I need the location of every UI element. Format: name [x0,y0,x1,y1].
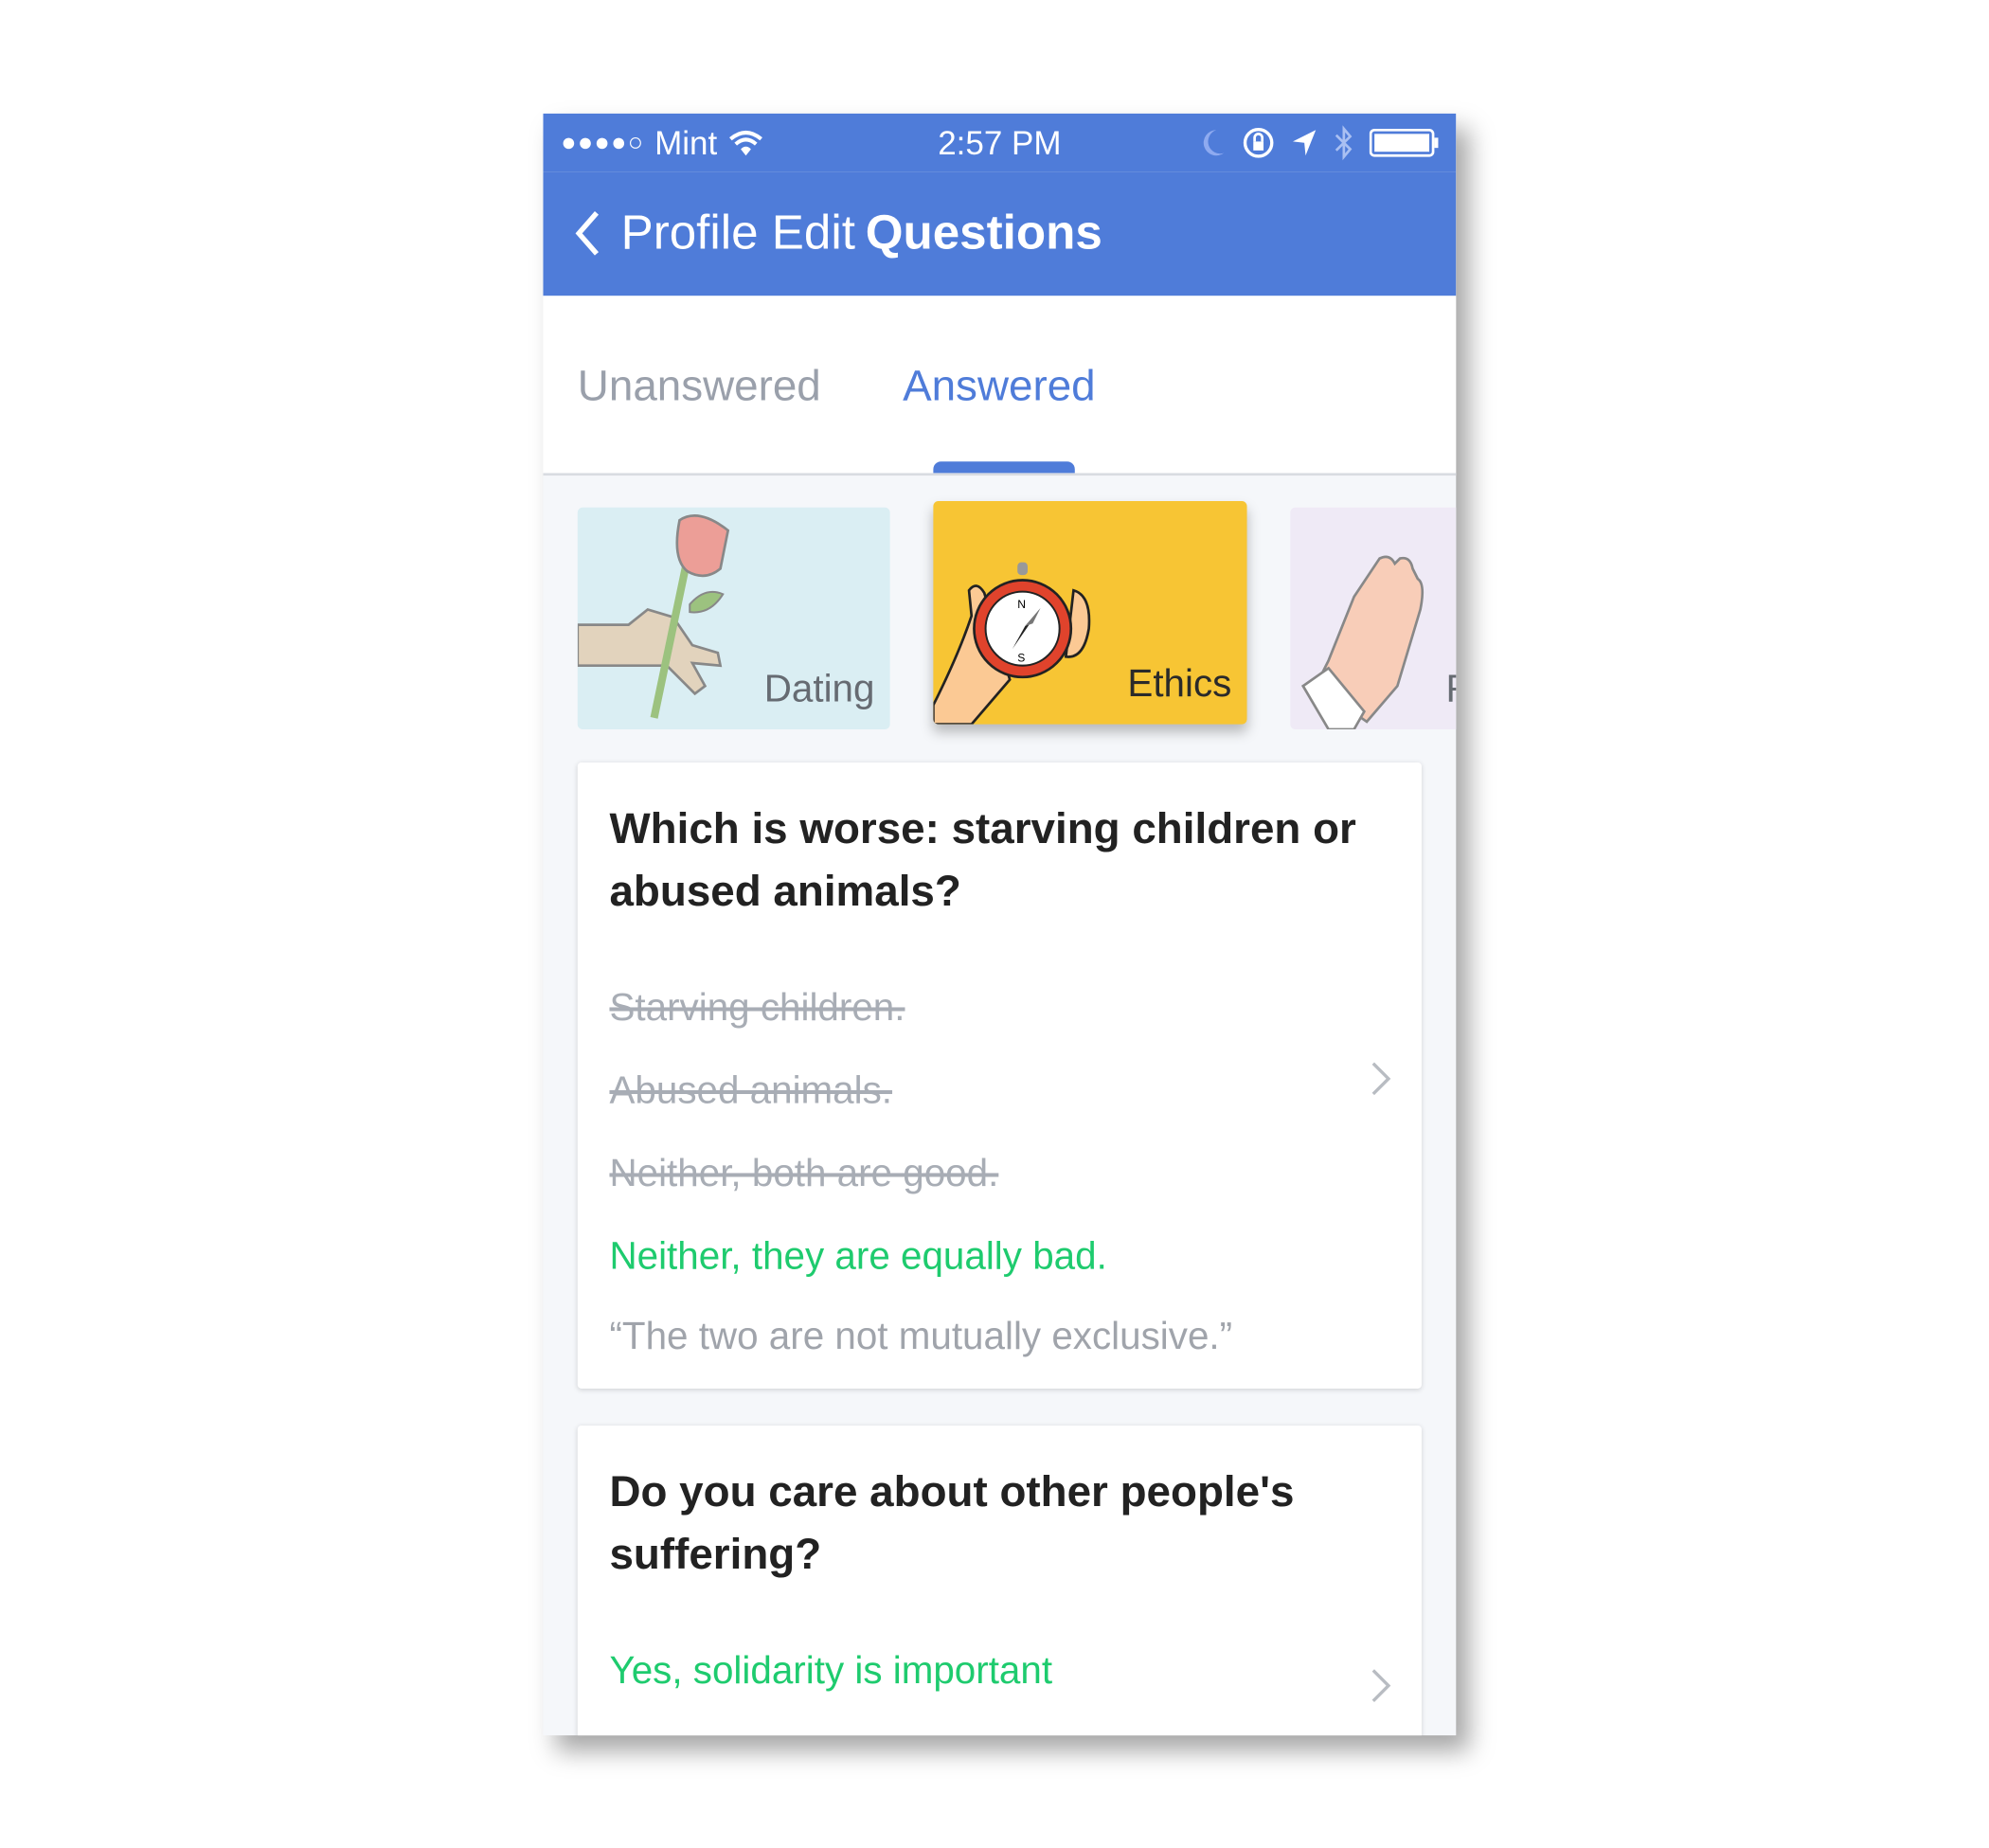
page-title: Questions [865,206,1102,260]
praying-hands-icon [1300,555,1425,729]
question-card[interactable]: Do you care about other people's sufferi… [577,1425,1422,1736]
category-dating[interactable]: Dating [577,507,890,729]
moon-icon [1203,130,1225,156]
question-card[interactable]: Which is worse: starving children or abu… [577,762,1422,1389]
nav-title: Profile Edit Questions [621,206,1102,261]
back-button[interactable]: Profile Edit [621,206,855,260]
selected-answer: Yes, solidarity is important [609,1649,1053,1693]
battery-icon [1369,128,1439,157]
category-label: Dating [763,668,875,710]
back-chevron-icon[interactable] [571,207,609,259]
nav-bar: Profile Edit Questions [543,171,1457,296]
chevron-right-icon[interactable] [1371,1668,1391,1704]
category-ethics[interactable]: N S Ethics [933,501,1247,725]
selected-answer: Neither, they are equally bad. [609,1235,1107,1278]
phone-screen: ●●●●○ Mint 2:57 PM Profile Edit Questions… [543,113,1457,1736]
tab-unanswered[interactable]: Unanswered [578,362,821,411]
tab-answered[interactable]: Answered [903,362,1096,411]
rotation-lock-icon [1243,127,1274,158]
answer-explanation: “The two are not mutually exclusive.” [609,1316,1233,1358]
question-text: Which is worse: starving children or abu… [609,804,1356,916]
category-label: R [1446,668,1457,711]
location-icon [1292,130,1317,156]
chevron-right-icon[interactable] [1371,1061,1391,1097]
question-text: Do you care about other people's sufferi… [609,1467,1295,1579]
active-tab-indicator [933,461,1075,474]
category-label: Ethics [1127,662,1232,706]
answer-option: Abused animals. [609,1069,893,1112]
category-third[interactable]: R [1290,507,1457,729]
status-bar: ●●●●○ Mint 2:57 PM [543,113,1457,172]
tab-bar: Unanswered Answered [543,296,1457,476]
svg-text:S: S [1017,652,1025,665]
answer-option: Neither, both are good. [609,1152,999,1195]
svg-text:N: N [1017,598,1026,611]
bluetooth-icon [1335,125,1353,161]
answer-option: Starving children. [609,986,905,1030]
